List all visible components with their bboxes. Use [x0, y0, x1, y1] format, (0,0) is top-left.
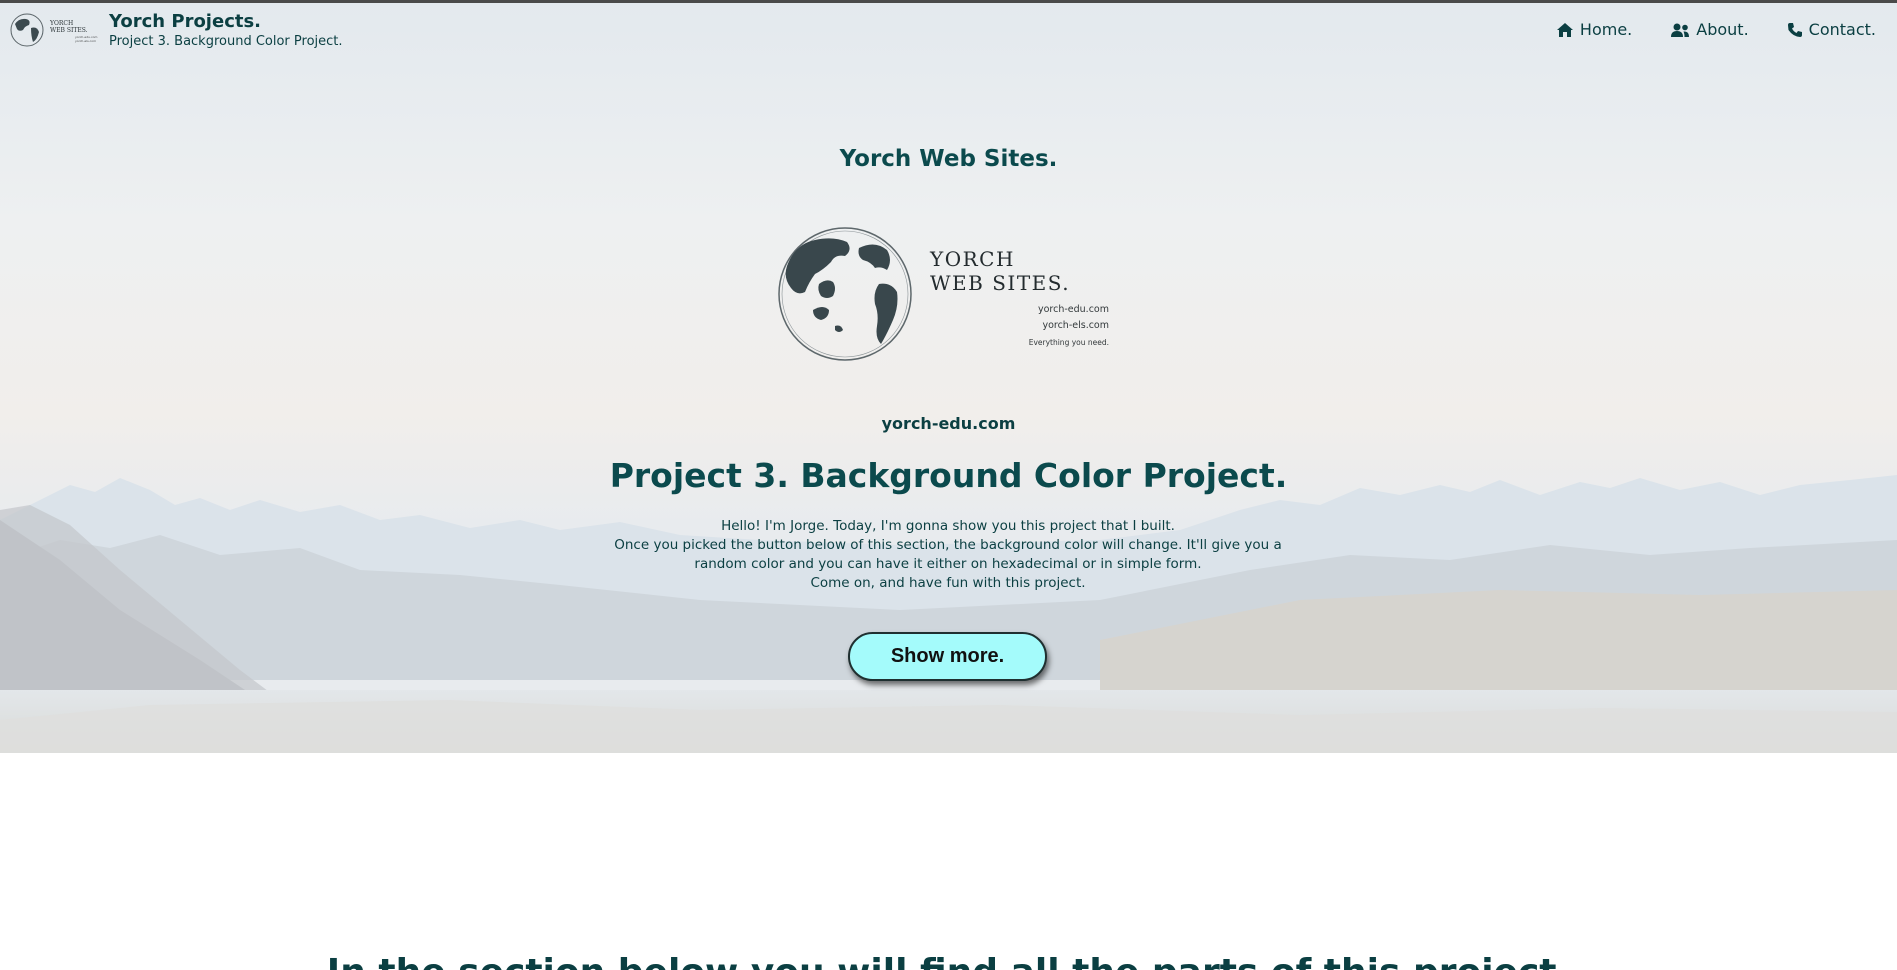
phone-icon [1787, 22, 1802, 37]
brand-logo[interactable]: YORCH WEB SITES. yorch-edu.com yorch-els… [9, 12, 99, 48]
nav-links: Home. About. Contact. [1518, 20, 1876, 39]
nav-link-contact[interactable]: Contact. [1787, 20, 1876, 39]
svg-text:yorch-els.com: yorch-els.com [75, 39, 96, 43]
svg-text:yorch-els.com: yorch-els.com [1042, 320, 1109, 331]
domain-link[interactable]: yorch-edu.com [0, 414, 1897, 433]
nav-link-home-label: Home. [1579, 20, 1633, 39]
page: YORCH WEB SITES. yorch-edu.com yorch-els… [0, 0, 1897, 970]
svg-text:YORCH: YORCH [49, 20, 73, 27]
nav-link-about[interactable]: About. [1670, 20, 1749, 39]
navbar: YORCH WEB SITES. yorch-edu.com yorch-els… [0, 3, 1897, 55]
svg-text:Everything you need.: Everything you need. [1029, 338, 1109, 347]
brand-title[interactable]: Yorch Projects. [109, 11, 261, 32]
home-icon [1556, 22, 1573, 37]
project-title: Project 3. Background Color Project. [609, 456, 1288, 495]
svg-text:yorch-edu.com: yorch-edu.com [1038, 304, 1109, 315]
brand-subtitle: Project 3. Background Color Project. [109, 34, 343, 49]
nav-link-home[interactable]: Home. [1556, 20, 1632, 39]
intro-text: Hello! I'm Jorge. Today, I'm gonna show … [598, 517, 1298, 593]
hero-section: YORCH WEB SITES. yorch-edu.com yorch-els… [0, 0, 1897, 753]
intro-line-1: Hello! I'm Jorge. Today, I'm gonna show … [721, 518, 1175, 534]
nav-link-about-label: About. [1696, 20, 1749, 39]
users-icon [1671, 23, 1690, 37]
svg-text:WEB SITES.: WEB SITES. [930, 271, 1070, 295]
top-border [0, 0, 1897, 3]
nav-link-contact-label: Contact. [1808, 20, 1876, 39]
svg-text:YORCH: YORCH [929, 247, 1015, 271]
svg-text:WEB SITES.: WEB SITES. [50, 27, 88, 34]
yorch-web-sites-logo: YORCH WEB SITES. yorch-edu.com yorch-els… [778, 227, 1109, 361]
section-heading: In the section below you will find all t… [0, 952, 1897, 970]
show-more-button[interactable]: Show more. [848, 632, 1047, 681]
site-name-heading: Yorch Web Sites. [839, 146, 1058, 172]
intro-line-2: Once you picked the button below of this… [614, 537, 1282, 572]
intro-line-3: Come on, and have fun with this project. [810, 575, 1086, 591]
